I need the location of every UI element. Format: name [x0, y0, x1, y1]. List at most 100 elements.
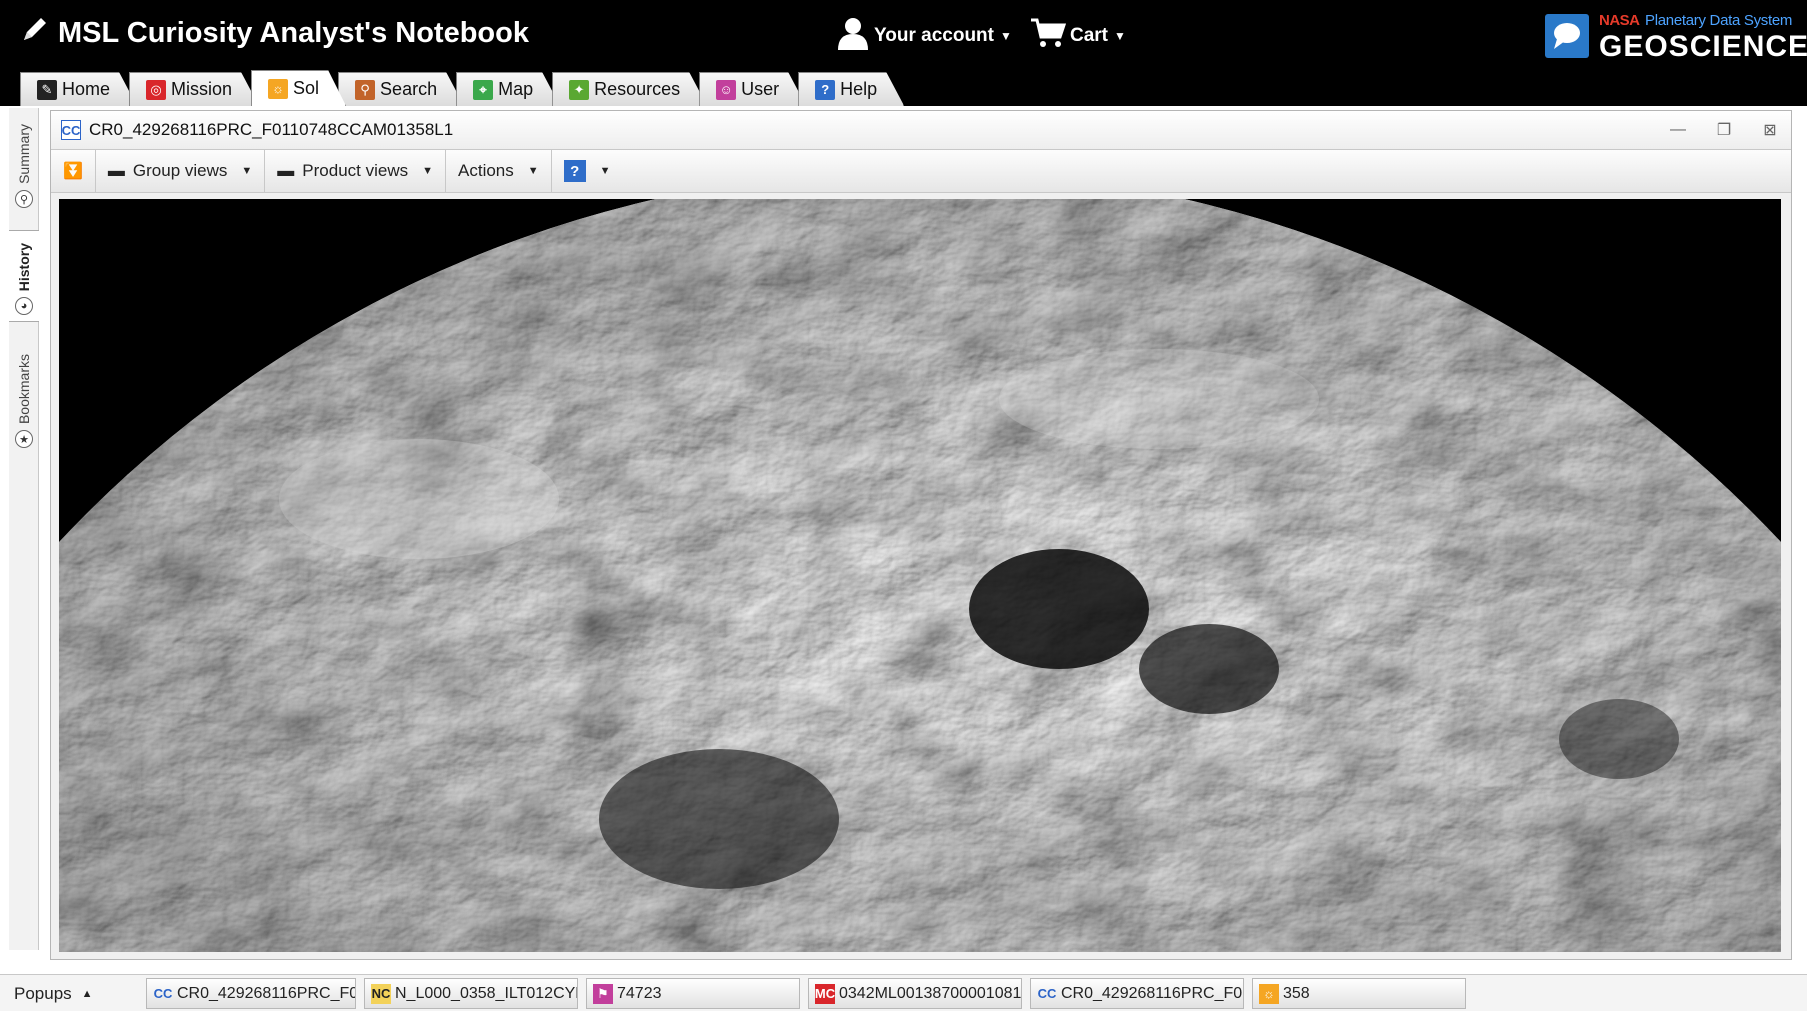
chevron-down-icon: ▼	[599, 165, 611, 177]
pencil-icon: ✎	[37, 80, 57, 100]
sun-icon: ☼	[268, 79, 288, 99]
history-icon: ◕	[15, 297, 33, 315]
target-icon: ◎	[146, 80, 166, 100]
side-rail: ⚲ Summary ◕ History ★ Bookmarks	[9, 108, 39, 950]
flag-icon: ⚑	[593, 983, 613, 1004]
tab-label: Help	[840, 79, 878, 99]
product-views-menu[interactable]: ▬ Product views ▼	[265, 149, 447, 193]
mastcam-icon: MC	[815, 983, 835, 1004]
collapse-button[interactable]: ⏬	[51, 149, 96, 193]
logo-pds: Planetary Data System	[1645, 12, 1793, 29]
user-icon	[836, 16, 870, 56]
side-tab-label: Bookmarks	[16, 353, 32, 424]
chevron-down-icon: ▼	[527, 165, 539, 177]
popup-item[interactable]: MC 0342ML00138700001081	[808, 978, 1022, 1009]
minimize-icon[interactable]: —	[1667, 119, 1689, 141]
chemcam-icon: CC	[1037, 986, 1057, 1001]
side-tab-label: Summary	[16, 124, 32, 184]
panel-toolbar: ⏬ ▬ Group views ▼ ▬ Product views ▼ Acti…	[51, 149, 1791, 193]
side-tab-bookmarks[interactable]: ★ Bookmarks	[9, 334, 39, 454]
tab-resources[interactable]: ✦ Resources	[552, 72, 707, 106]
popups-label: Popups	[14, 983, 72, 1003]
tab-search[interactable]: ⚲ Search	[338, 72, 464, 106]
popup-item-label: CR0_429268116PRC_F01	[1061, 984, 1244, 1002]
popups-bar: Popups ▲ CC CR0_429268116PRC_F01 NC N_L0…	[0, 974, 1807, 1011]
tab-label: Resources	[594, 79, 681, 99]
app-title[interactable]: MSL Curiosity Analyst's Notebook	[20, 14, 529, 52]
account-menu[interactable]: Your account ▼	[836, 16, 1012, 56]
popup-item-label: 0342ML00138700001081	[839, 984, 1022, 1002]
panel-title-bar: CC CR0_429268116PRC_F0110748CCAM01358L1 …	[51, 111, 1791, 149]
rock-image-view[interactable]	[59, 199, 1781, 952]
chevron-down-icon: ▼	[241, 165, 253, 177]
group-views-menu[interactable]: ▬ Group views ▼	[96, 149, 266, 193]
side-tab-summary[interactable]: ⚲ Summary	[9, 108, 39, 214]
speech-bubble-icon	[1545, 14, 1589, 58]
tab-label: Sol	[293, 78, 320, 98]
user-icon: ☺	[716, 80, 736, 100]
popup-item[interactable]: NC N_L000_0358_ILT012CYL	[364, 978, 578, 1009]
tab-label: Home	[62, 79, 111, 99]
product-views-label: Product views	[302, 161, 409, 180]
panel-title: CR0_429268116PRC_F0110748CCAM01358L1	[89, 120, 454, 139]
popups-button[interactable]: Popups ▲	[14, 975, 93, 1011]
rmi-image	[59, 199, 1781, 952]
product-views-icon: ▬	[277, 161, 295, 180]
side-tab-label: History	[16, 242, 32, 291]
chemcam-icon: CC	[61, 120, 81, 140]
actions-label: Actions	[458, 161, 514, 180]
logo-nasa: NASA	[1599, 12, 1640, 29]
tab-mission[interactable]: ◎ Mission	[129, 72, 259, 106]
popup-item-label: 74723	[617, 984, 662, 1002]
tab-help[interactable]: ? Help	[798, 72, 904, 106]
popup-item[interactable]: CC CR0_429268116PRC_F01	[146, 978, 356, 1009]
map-icon: ⌖	[473, 80, 493, 100]
main-tabs: ✎ Home ◎ Mission ☼ Sol ⚲ Search ⌖ Map ✦ …	[20, 72, 896, 106]
help-icon: ?	[563, 160, 586, 182]
product-panel: CC CR0_429268116PRC_F0110748CCAM01358L1 …	[50, 110, 1792, 960]
chevron-down-icon: ▼	[422, 165, 434, 177]
popup-item-label: CR0_429268116PRC_F01	[177, 984, 356, 1002]
pds-geosciences-logo[interactable]: NASA Planetary Data System GEOSCIENCES	[1545, 10, 1807, 63]
group-views-icon: ▬	[107, 161, 125, 180]
pencil-icon	[20, 14, 50, 52]
account-label: Your account	[874, 25, 994, 46]
chemcam-icon: CC	[153, 986, 173, 1001]
double-chevron-down-icon: ⏬	[63, 163, 83, 180]
help-menu[interactable]: ? ▼	[552, 149, 623, 193]
cart-icon	[1030, 17, 1067, 55]
help-icon: ?	[815, 80, 835, 100]
restore-icon[interactable]: ❐	[1713, 119, 1735, 141]
tab-map[interactable]: ⌖ Map	[456, 72, 560, 106]
window-controls: — ❐ ⊠	[1667, 119, 1781, 141]
tab-user[interactable]: ☺ User	[699, 72, 806, 106]
navcam-icon: NC	[371, 983, 391, 1004]
close-icon[interactable]: ⊠	[1759, 119, 1781, 141]
tab-home[interactable]: ✎ Home	[20, 72, 137, 106]
logo-geosciences: GEOSCIENCES	[1599, 30, 1807, 63]
app-header: MSL Curiosity Analyst's Notebook Your ac…	[0, 0, 1807, 106]
search-icon: ⚲	[355, 80, 375, 100]
tab-sol[interactable]: ☼ Sol	[251, 70, 346, 106]
tab-label: Mission	[171, 79, 233, 99]
tab-label: User	[741, 79, 780, 99]
chevron-down-icon: ▼	[1000, 29, 1012, 43]
star-icon: ★	[15, 430, 33, 448]
popup-item-label: N_L000_0358_ILT012CYL	[395, 984, 578, 1002]
cart-label: Cart	[1070, 25, 1109, 46]
tab-label: Map	[498, 79, 534, 99]
search-icon: ⚲	[15, 190, 33, 208]
popup-item[interactable]: CC CR0_429268116PRC_F01	[1030, 978, 1244, 1009]
side-tab-history[interactable]: ◕ History	[9, 230, 39, 322]
popup-item[interactable]: ☼ 358	[1252, 978, 1466, 1009]
actions-menu[interactable]: Actions ▼	[446, 149, 552, 193]
app-title-text: MSL Curiosity Analyst's Notebook	[58, 16, 529, 49]
group-views-label: Group views	[132, 161, 228, 180]
cart-menu[interactable]: Cart ▼	[1030, 16, 1126, 56]
tab-label: Search	[380, 79, 438, 99]
popup-item-label: 358	[1283, 984, 1310, 1002]
popup-item[interactable]: ⚑ 74723	[586, 978, 800, 1009]
sun-icon: ☼	[1259, 983, 1279, 1004]
wrench-icon: ✦	[569, 80, 589, 100]
chevron-down-icon: ▼	[1114, 29, 1126, 43]
